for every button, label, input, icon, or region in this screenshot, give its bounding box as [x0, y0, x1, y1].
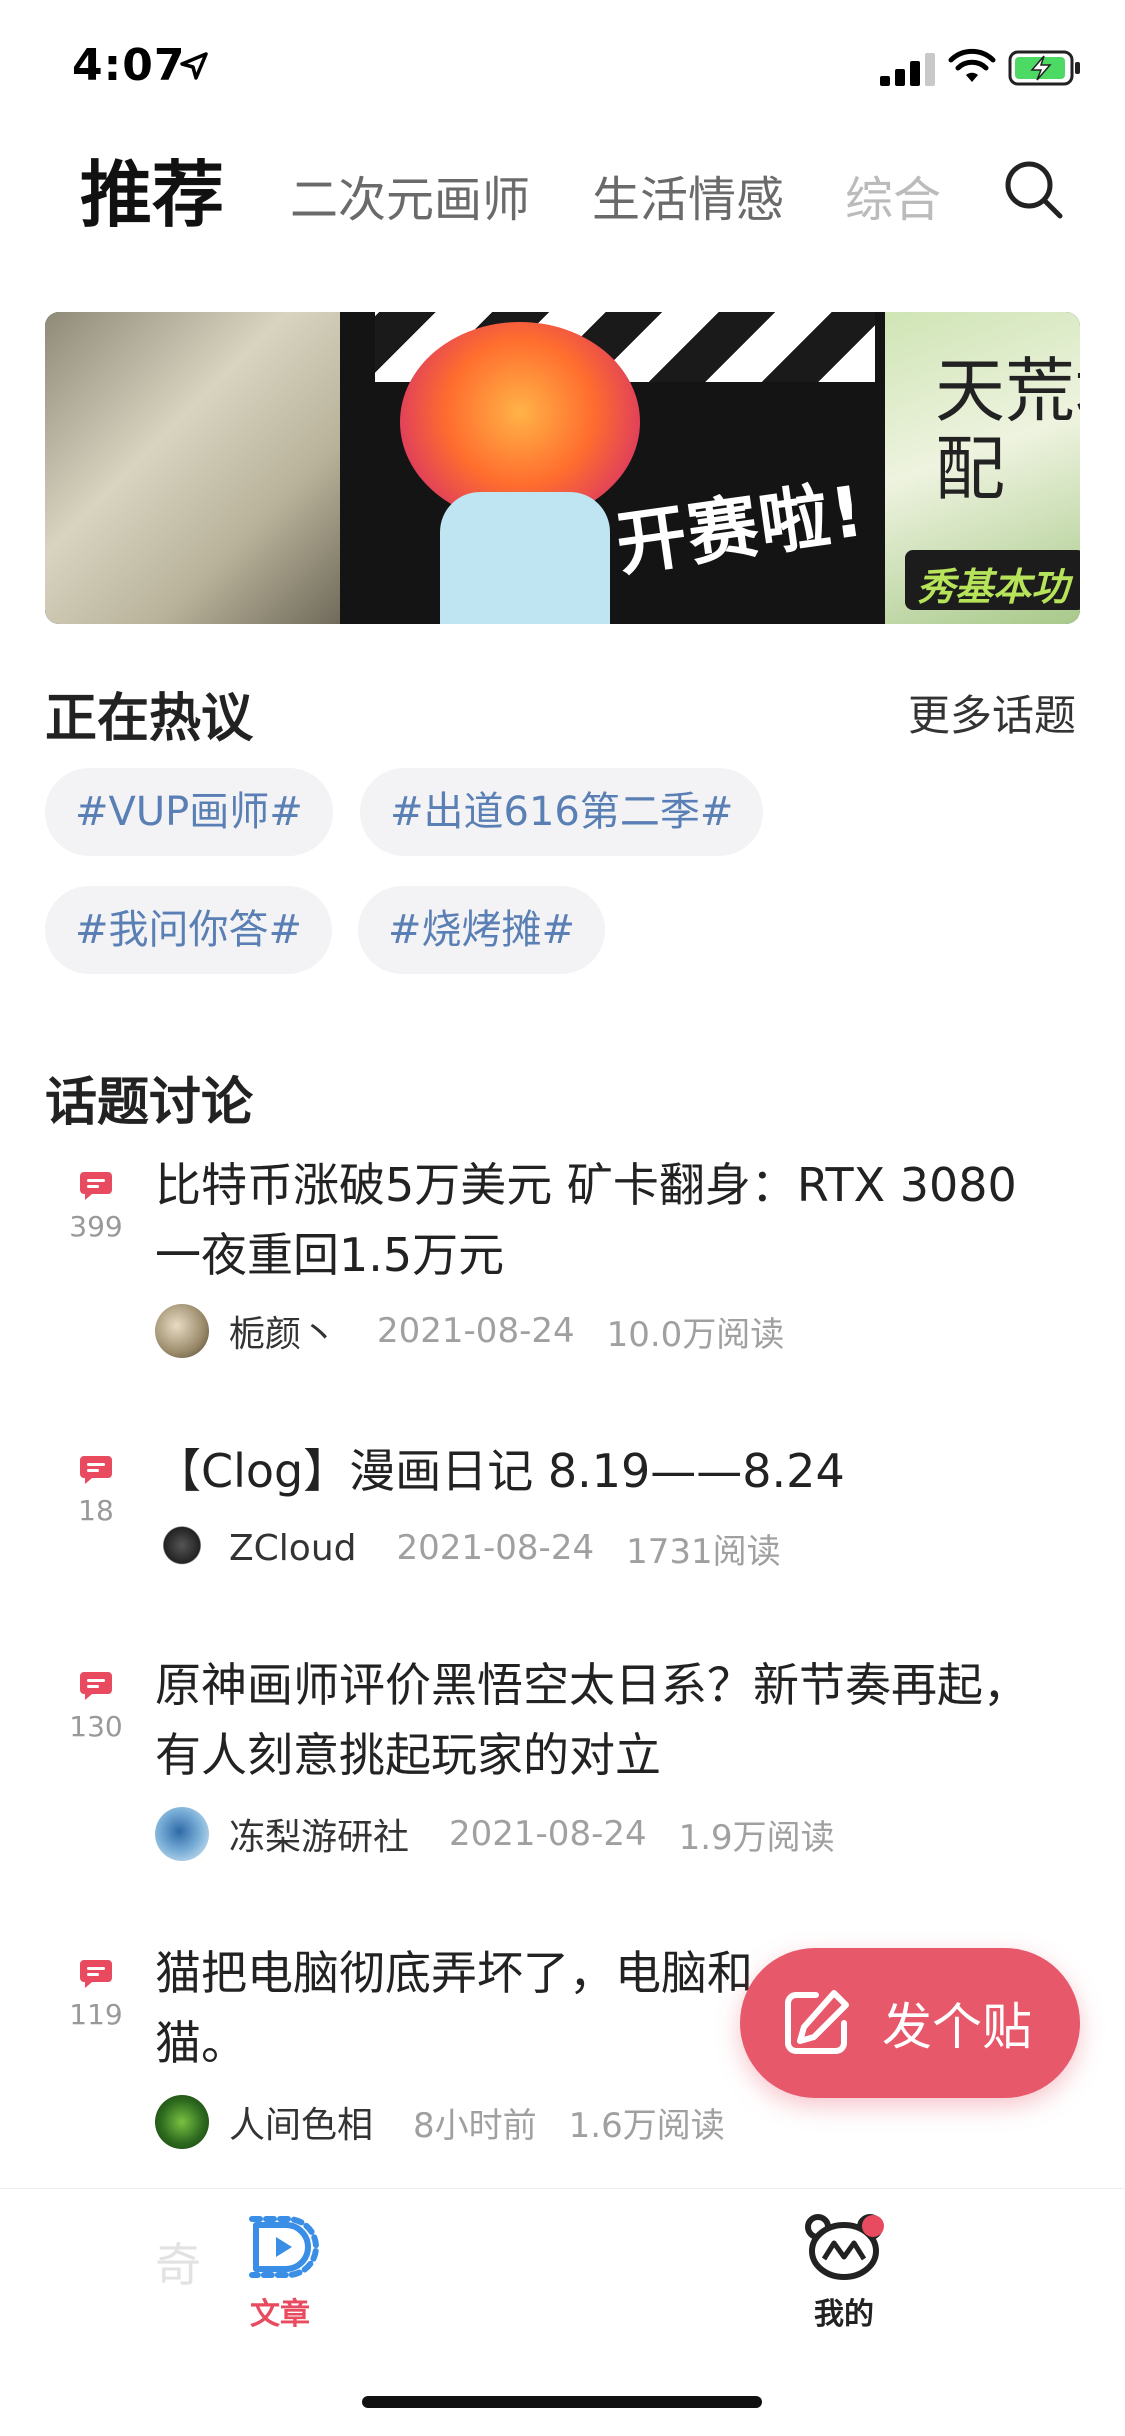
- search-icon[interactable]: [1000, 156, 1066, 222]
- avatar[interactable]: [155, 1521, 209, 1575]
- location-arrow-icon: [180, 52, 208, 80]
- post-title[interactable]: 比特币涨破5万美元 矿卡翻身：RTX 3080一夜重回1.5万元: [155, 1150, 1055, 1290]
- banner-character-body: [440, 492, 610, 624]
- signal-icon: [880, 53, 935, 86]
- read-count: 1.9万阅读: [678, 1817, 835, 1858]
- read-count: 1731阅读: [626, 1531, 781, 1572]
- play-article-icon: [249, 2216, 319, 2278]
- post-meta: ZCloud 2021-08-24 1731阅读: [155, 1520, 781, 1576]
- post-meta: 栀颜丶 2021-08-24 10.0万阅读: [155, 1303, 784, 1359]
- banner-left-image: [45, 312, 340, 624]
- post-meta: 冻梨游研社 2021-08-24 1.9万阅读: [155, 1806, 835, 1862]
- avatar[interactable]: [155, 1304, 209, 1358]
- status-time: 4:07: [72, 40, 186, 91]
- post-title[interactable]: 【Clog】漫画日记 8.19——8.24: [155, 1436, 1055, 1506]
- post-meta: 人间色相 8小时前 1.6万阅读: [155, 2094, 725, 2150]
- read-count: 1.6万阅读: [568, 2105, 725, 2146]
- tab-articles[interactable]: 文章: [210, 2211, 350, 2333]
- post-date: 8小时前: [413, 2105, 537, 2146]
- avatar[interactable]: [155, 1807, 209, 1861]
- comment-count: 130: [69, 1710, 123, 1743]
- post-date: 2021-08-24: [396, 1528, 595, 1568]
- banner-tag-text: 秀基本功: [917, 565, 1070, 609]
- comment-count: 18: [78, 1494, 114, 1527]
- edit-icon: [785, 1990, 849, 2054]
- post-date: 2021-08-24: [449, 1814, 647, 1854]
- comment-icon: [80, 1672, 112, 1700]
- notification-dot: [862, 2215, 884, 2237]
- comment-icon: [80, 1172, 112, 1200]
- post-date: 2021-08-24: [377, 1311, 575, 1351]
- comment-icon: [80, 1960, 112, 1988]
- topic-chip-debut616[interactable]: #出道616第二季#: [360, 768, 764, 856]
- battery-charging-icon: [1008, 50, 1080, 86]
- status-bar: 4:07: [0, 0, 1125, 130]
- tab-general[interactable]: 综合: [845, 160, 941, 230]
- more-topics-link[interactable]: 更多话题: [908, 682, 1076, 743]
- topic-chip-bbq[interactable]: #烧烤摊#: [358, 886, 606, 974]
- tab-articles-label: 文章: [250, 2297, 310, 2332]
- tab-anime-artist[interactable]: 二次元画师: [290, 160, 530, 230]
- banner-side-title: 天荒地 配: [935, 352, 1080, 508]
- promo-banner[interactable]: 开赛啦! 天荒地 配 秀基本功: [45, 312, 1080, 624]
- comment-count: 399: [69, 1210, 123, 1243]
- topic-chip-vup[interactable]: #VUP画师#: [45, 768, 333, 856]
- banner-side-title-text: 天荒地 配: [935, 350, 1080, 510]
- topic-chip-qa[interactable]: #我问你答#: [45, 886, 333, 974]
- partially-hidden-post: 奇: [155, 2238, 201, 2292]
- create-post-label: 发个贴: [882, 1998, 1032, 2056]
- hot-topics-title: 正在热议: [45, 689, 254, 749]
- tab-recommend[interactable]: 推荐: [80, 136, 224, 241]
- create-post-button[interactable]: 发个贴: [740, 1948, 1080, 2098]
- author-name[interactable]: 人间色相: [229, 2096, 373, 2148]
- author-name[interactable]: ZCloud: [229, 1528, 357, 1569]
- read-count: 10.0万阅读: [606, 1314, 785, 1355]
- post-title[interactable]: 原神画师评价黑悟空太日系？新节奏再起，有人刻意挑起玩家的对立: [155, 1650, 1055, 1790]
- home-indicator[interactable]: [362, 2396, 762, 2408]
- author-name[interactable]: 栀颜丶: [229, 1305, 337, 1357]
- discussion-title: 话题讨论: [45, 1073, 254, 1133]
- comment-count: 119: [69, 1998, 123, 2031]
- tab-mine-label: 我的: [814, 2297, 874, 2332]
- author-name[interactable]: 冻梨游研社: [229, 1808, 409, 1860]
- banner-tag: 秀基本功: [905, 550, 1080, 610]
- comment-icon: [80, 1456, 112, 1484]
- tab-mine[interactable]: 我的: [774, 2211, 914, 2333]
- wifi-icon: [948, 48, 996, 82]
- tab-life-emotion[interactable]: 生活情感: [592, 160, 784, 230]
- avatar[interactable]: [155, 2095, 209, 2149]
- top-tab-bar: 推荐 二次元画师 生活情感 综合: [0, 120, 1125, 260]
